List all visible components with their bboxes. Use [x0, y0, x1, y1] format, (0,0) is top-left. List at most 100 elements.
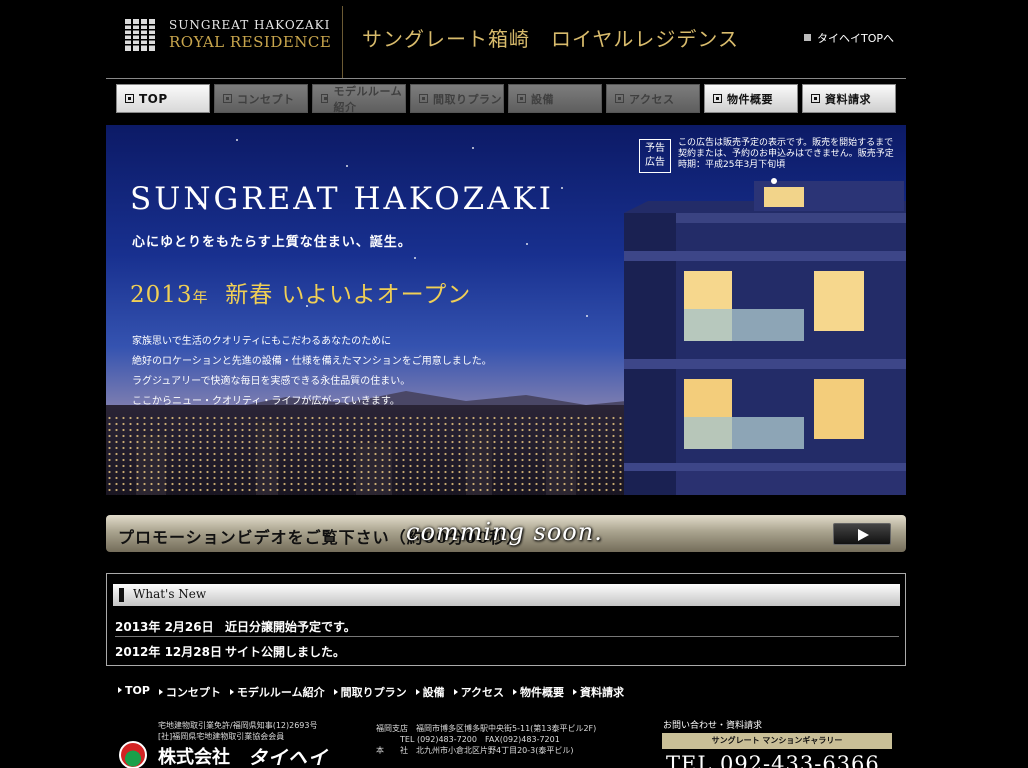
footer-link-label: 物件概要 [520, 686, 565, 699]
footer-link-model-room[interactable]: モデルルーム紹介 [229, 684, 325, 700]
site-header: SUNGREAT HAKOZAKI ROYAL RESIDENCE サングレート… [106, 0, 906, 78]
contact-phone[interactable]: TEL 092-433-6366 [666, 752, 880, 768]
badge-line: 広告 [645, 157, 665, 168]
arrow-box-icon [321, 94, 329, 103]
head-office-address: 本 社 北九州市小倉北区片野4丁目20-3(泰平ビル) [376, 746, 574, 755]
nav-floor-plan[interactable]: 間取りプラン [410, 84, 504, 113]
footer-link-floor-plan[interactable]: 間取りプラン [333, 684, 407, 700]
header-divider [342, 6, 343, 78]
company-name: 株式会社 [158, 747, 230, 768]
gallery-label: サングレート マンションギャラリー [662, 733, 892, 749]
whats-new-header: What's New [113, 584, 900, 606]
nav-label: コンセプト [237, 92, 295, 106]
triangle-bullet-icon [333, 689, 338, 695]
header-rule [106, 78, 906, 79]
global-nav: TOP コンセプト モデルルーム紹介 間取りプラン 設備 アクセス 物件概要 資… [116, 84, 906, 114]
advance-notice-text: この広告は販売予定の表示です。販売を開始するまで契約または、予約のお申込みはでき… [678, 138, 894, 170]
contact-label: お問い合わせ・資料請求 [663, 721, 763, 731]
opening-text: 新春 いよいよオープン [225, 282, 472, 308]
hero-tagline: 心にゆとりをもたらす上質な住まい、誕生。 [132, 235, 412, 250]
star [414, 257, 416, 259]
footer-link-concept[interactable]: コンセプト [158, 684, 221, 700]
corporate-top-link[interactable]: タイヘイTOPへ [804, 30, 894, 46]
footer-link-label: 設備 [422, 686, 445, 699]
nav-access[interactable]: アクセス [606, 84, 700, 113]
news-text: 近日分譲開始予定です。 [225, 620, 356, 634]
news-item: 2013年 2月26日 近日分譲開始予定です。 [115, 613, 899, 637]
star [586, 315, 588, 317]
nav-property-overview[interactable]: 物件概要 [704, 84, 798, 113]
page: SUNGREAT HAKOZAKI ROYAL RESIDENCE サングレート… [0, 0, 1028, 768]
nav-label: アクセス [629, 92, 675, 106]
badge-line: 予告 [645, 143, 665, 154]
footer-link-overview[interactable]: 物件概要 [513, 684, 564, 700]
footer-link-label: アクセス [460, 686, 505, 699]
footer-link-access[interactable]: アクセス [453, 684, 505, 700]
footer-link-equipment[interactable]: 設備 [415, 684, 445, 700]
nav-label: 資料請求 [825, 92, 871, 106]
nav-label: 設備 [531, 92, 554, 106]
nav-model-room[interactable]: モデルルーム紹介 [312, 84, 406, 114]
nav-label: TOP [139, 91, 168, 106]
footer-link-label: コンセプト [165, 686, 221, 699]
triangle-bullet-icon [513, 689, 518, 695]
footer-link-label: 間取りプラン [340, 686, 407, 699]
footer-link-top[interactable]: TOP [118, 684, 150, 700]
footer-link-request[interactable]: 資料請求 [573, 684, 624, 700]
hero-title: SUNGREAT HAKOZAKI [130, 181, 554, 217]
corporate-top-link-label: タイヘイTOPへ [817, 32, 895, 45]
nav-request-info[interactable]: 資料請求 [802, 84, 896, 113]
hero-copy-line: ここからニュー・クオリティ・ライフが広がっていきます。 [132, 396, 400, 407]
star [561, 187, 563, 189]
square-bullet-icon [804, 34, 811, 41]
site-title: サングレート箱崎 ロイヤルレジデンス [362, 27, 739, 51]
header-bar-icon [119, 588, 124, 602]
nav-concept[interactable]: コンセプト [214, 84, 308, 113]
site-footer: 宅地建物取引業免許/福岡県知事(12)2693号 [社]福岡県宅地建物取引業協会… [106, 715, 906, 768]
footer-nav: TOP コンセプト モデルルーム紹介 間取りプラン 設備 アクセス 物件概要 資… [118, 684, 633, 700]
nav-equipment[interactable]: 設備 [508, 84, 602, 113]
news-text: サイト公開しました。 [225, 645, 346, 659]
branch-address: 福岡支店 福岡市博多区博多駅中央街5-11(第13泰平ビル2F) [376, 724, 597, 733]
nav-top[interactable]: TOP [116, 84, 210, 113]
hero-copy: 家族思いで生活のクオリティにもこだわるあなたのために 絶好のロケーションと先進の… [132, 332, 492, 412]
triangle-bullet-icon [229, 689, 234, 695]
hero-copy-line: 家族思いで生活のクオリティにもこだわるあなたのために [132, 336, 392, 347]
triangle-bullet-icon [453, 689, 458, 695]
arrow-box-icon [223, 94, 232, 103]
play-button-icon[interactable] [833, 523, 891, 545]
opening-announcement: 2013年 新春 いよいよオープン [130, 275, 471, 309]
advance-notice-badge: 予告 広告 [639, 139, 671, 173]
promotion-video-bar[interactable]: プロモーションビデオをご覧下さい（約00分00秒） comming soon. [106, 515, 906, 552]
building-logo-icon [123, 17, 157, 53]
arrow-box-icon [517, 94, 526, 103]
triangle-bullet-icon [158, 689, 163, 695]
star [526, 243, 528, 245]
arrow-box-icon [125, 94, 134, 103]
nav-label: モデルルーム紹介 [333, 84, 403, 114]
logo-text: SUNGREAT HAKOZAKI [169, 18, 331, 32]
triangle-bullet-icon [118, 687, 122, 693]
triangle-bullet-icon [415, 689, 420, 695]
footer-link-label: 資料請求 [580, 686, 625, 699]
news-date: 2012年 12月28日 [115, 645, 222, 659]
star [236, 139, 238, 141]
company-logo: タイヘイ [248, 747, 329, 768]
whats-new-title: What's New [133, 587, 207, 601]
footer-link-label: TOP [125, 684, 150, 697]
arrow-box-icon [811, 94, 820, 103]
triangle-bullet-icon [573, 689, 578, 695]
company-mark-icon [119, 741, 147, 768]
association-text: [社]福岡県宅地建物取引業協会会員 [158, 732, 285, 741]
arrow-box-icon [615, 94, 624, 103]
nav-label: 物件概要 [727, 92, 773, 106]
license-text: 宅地建物取引業免許/福岡県知事(12)2693号 [158, 721, 318, 730]
arrow-box-icon [419, 94, 428, 103]
footer-link-label: モデルルーム紹介 [236, 686, 325, 699]
hero-copy-line: 絶好のロケーションと先進の設備・仕様を備えたマンションをご用意しました。 [132, 356, 492, 367]
residence-building-image [624, 178, 906, 495]
nav-label: 間取りプラン [433, 92, 502, 106]
news-item: 2012年 12月28日 サイト公開しました。 [115, 638, 899, 662]
whats-new-panel: What's New 2013年 2月26日 近日分譲開始予定です。 2012年 … [106, 573, 906, 666]
logo-subtext: ROYAL RESIDENCE [169, 33, 332, 51]
